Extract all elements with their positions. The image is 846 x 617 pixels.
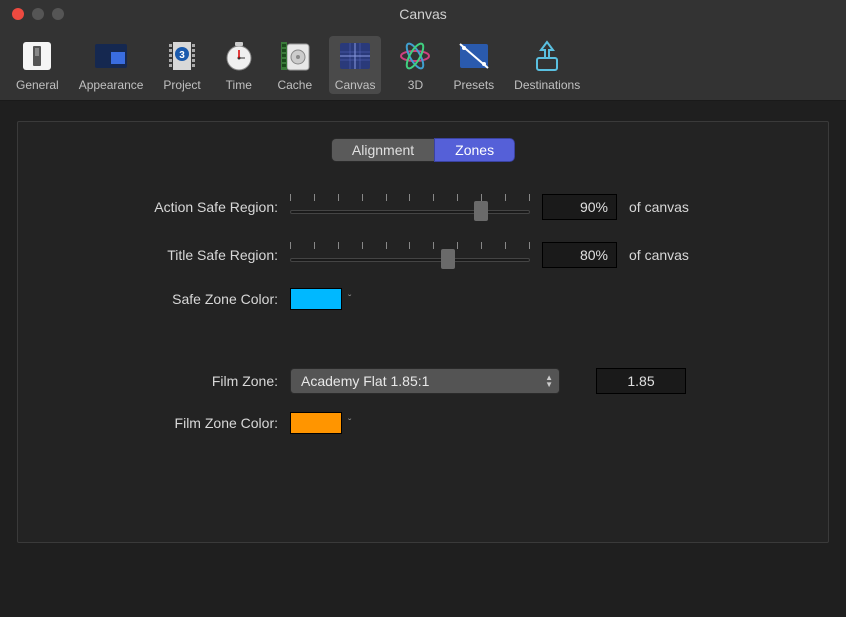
film-zone-popup[interactable]: Academy Flat 1.85:1 ▲▼ — [290, 368, 560, 394]
film-zone-value: Academy Flat 1.85:1 — [301, 373, 429, 389]
tab-bar: Alignment Zones — [48, 138, 798, 162]
preferences-window: Canvas General Appearance 3 Project Time — [0, 0, 846, 617]
3d-icon — [397, 38, 433, 74]
film-zone-ratio[interactable]: 1.85 — [596, 368, 686, 394]
toolbar-label: Canvas — [335, 78, 376, 92]
action-safe-row: Action Safe Region: 90% of canvas — [48, 192, 798, 222]
title-safe-slider[interactable] — [290, 240, 530, 270]
action-safe-label: Action Safe Region: — [48, 199, 278, 215]
safe-zone-color-row: Safe Zone Color: ˇ — [48, 288, 798, 310]
toolbar-presets[interactable]: Presets — [449, 36, 498, 94]
toolbar-label: Project — [163, 78, 200, 92]
traffic-lights — [0, 8, 64, 20]
film-zone-color-row: Film Zone Color: ˇ — [48, 412, 798, 434]
cache-icon — [277, 38, 313, 74]
toolbar-label: Destinations — [514, 78, 580, 92]
destinations-icon — [529, 38, 565, 74]
toolbar-destinations[interactable]: Destinations — [510, 36, 584, 94]
safe-zone-color-label: Safe Zone Color: — [48, 291, 278, 307]
toolbar-cache[interactable]: Cache — [273, 36, 317, 94]
film-zone-color-swatch[interactable] — [290, 412, 342, 434]
tab-zones[interactable]: Zones — [434, 138, 515, 162]
toolbar-3d[interactable]: 3D — [393, 36, 437, 94]
action-safe-value[interactable]: 90% — [542, 194, 617, 220]
toolbar-label: Presets — [453, 78, 494, 92]
presets-icon — [456, 38, 492, 74]
maximize-button[interactable] — [52, 8, 64, 20]
tab-alignment[interactable]: Alignment — [331, 138, 434, 162]
toolbar-appearance[interactable]: Appearance — [75, 36, 148, 94]
toolbar-label: Appearance — [79, 78, 144, 92]
film-zone-label: Film Zone: — [48, 373, 278, 389]
toolbar-general[interactable]: General — [12, 36, 63, 94]
general-icon — [19, 38, 55, 74]
film-zone-row: Film Zone: Academy Flat 1.85:1 ▲▼ 1.85 — [48, 368, 798, 394]
canvas-icon — [337, 38, 373, 74]
chevron-down-icon[interactable]: ˇ — [348, 418, 351, 429]
toolbar-label: General — [16, 78, 59, 92]
minimize-button[interactable] — [32, 8, 44, 20]
action-safe-slider[interactable] — [290, 192, 530, 222]
content-area: Alignment Zones Action Safe Region: 90% … — [0, 101, 846, 617]
safe-zone-color-swatch[interactable] — [290, 288, 342, 310]
time-icon — [221, 38, 257, 74]
chevron-down-icon[interactable]: ˇ — [348, 294, 351, 305]
settings-panel: Alignment Zones Action Safe Region: 90% … — [17, 121, 829, 543]
close-button[interactable] — [12, 8, 24, 20]
toolbar: General Appearance 3 Project Time Cache — [0, 28, 846, 101]
of-canvas-label: of canvas — [629, 199, 689, 215]
toolbar-label: 3D — [408, 78, 423, 92]
toolbar-label: Time — [226, 78, 252, 92]
svg-text:3: 3 — [179, 50, 185, 61]
appearance-icon — [93, 38, 129, 74]
film-zone-color-label: Film Zone Color: — [48, 415, 278, 431]
title-safe-value[interactable]: 80% — [542, 242, 617, 268]
window-title: Canvas — [399, 6, 446, 22]
title-safe-row: Title Safe Region: 80% of canvas — [48, 240, 798, 270]
popup-arrows-icon: ▲▼ — [545, 375, 553, 388]
project-icon: 3 — [164, 38, 200, 74]
of-canvas-label: of canvas — [629, 247, 689, 263]
toolbar-canvas[interactable]: Canvas — [329, 36, 382, 94]
title-safe-label: Title Safe Region: — [48, 247, 278, 263]
toolbar-project[interactable]: 3 Project — [159, 36, 204, 94]
titlebar: Canvas — [0, 0, 846, 28]
toolbar-time[interactable]: Time — [217, 36, 261, 94]
toolbar-label: Cache — [277, 78, 312, 92]
